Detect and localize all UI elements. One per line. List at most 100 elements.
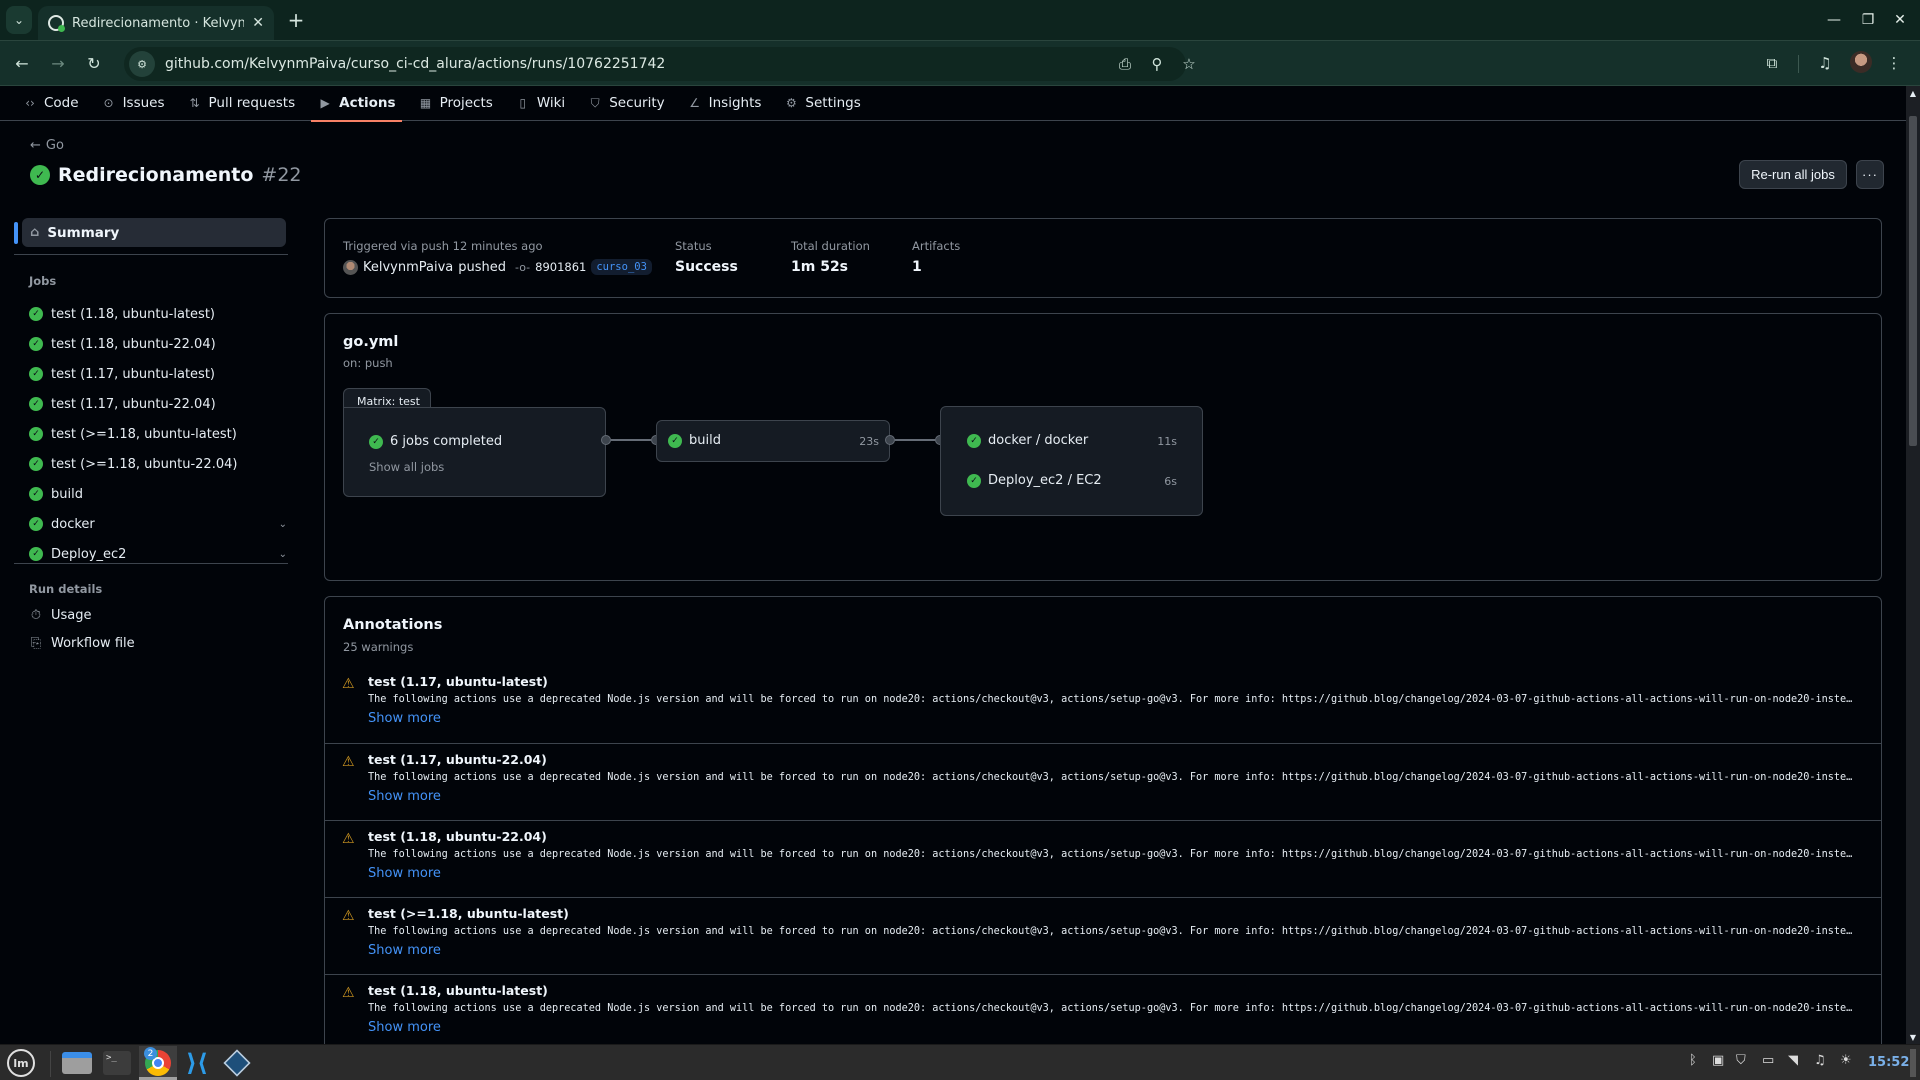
artifacts-value[interactable]: 1: [912, 259, 922, 275]
install-app-icon[interactable]: ⎙: [1114, 53, 1136, 75]
extensions-icon[interactable]: ⧉: [1760, 51, 1784, 75]
forward-button[interactable]: →: [46, 51, 70, 75]
wifi-icon[interactable]: ◥: [1788, 1053, 1798, 1068]
sidebar-item-usage[interactable]: ⏱ Usage: [29, 608, 92, 623]
success-check-icon: ✓: [29, 517, 43, 531]
scroll-down-arrow-icon[interactable]: ▼: [1906, 1030, 1920, 1044]
annotations-count: 25 warnings: [343, 640, 414, 654]
annotation-job-link[interactable]: test (>=1.18, ubuntu-latest): [368, 906, 569, 921]
files-launcher[interactable]: [62, 1049, 92, 1077]
sidebar-job-item[interactable]: ✓ test (1.17, ubuntu-latest): [29, 362, 287, 386]
home-icon: ⌂: [30, 225, 40, 240]
annotation-item: ⚠ test (>=1.18, ubuntu-latest) The followi…: [325, 897, 1881, 974]
shield-tray-icon[interactable]: ⛉: [1736, 1053, 1746, 1068]
repo-nav-security[interactable]: ⛉ Security: [587, 86, 665, 121]
chrome-launcher[interactable]: 2: [143, 1047, 173, 1077]
back-button[interactable]: ←: [10, 51, 34, 75]
close-tab-icon[interactable]: ✕: [252, 15, 264, 31]
new-tab-button[interactable]: +: [284, 8, 308, 32]
scroll-up-arrow-icon[interactable]: ▲: [1906, 86, 1920, 100]
show-more-link[interactable]: Show more: [368, 1020, 441, 1035]
sidebar-job-item[interactable]: ✓ test (>=1.18, ubuntu-22.04): [29, 452, 287, 476]
minimize-button[interactable]: —: [1822, 8, 1846, 32]
build-job-node[interactable]: ✓ build 23s: [656, 420, 890, 462]
reload-button[interactable]: ↻: [82, 51, 106, 75]
virtualbox-launcher[interactable]: [222, 1049, 252, 1077]
vscode-launcher[interactable]: ⟩⟨: [182, 1049, 212, 1077]
sidebar-item-workflow-file[interactable]: ⎘ Workflow file: [29, 636, 135, 651]
chevron-down-icon[interactable]: ⌄: [279, 519, 287, 530]
url-text[interactable]: github.com/KelvynmPaiva/curso_ci-cd_alur…: [165, 56, 665, 72]
browser-menu-icon[interactable]: ⋮: [1882, 51, 1906, 75]
clock[interactable]: 15:52: [1868, 1055, 1909, 1070]
zoom-icon[interactable]: ⚲: [1146, 53, 1168, 75]
actor-name[interactable]: KelvynmPaiva: [363, 260, 453, 275]
success-check-icon: ✓: [29, 427, 43, 441]
show-more-link[interactable]: Show more: [368, 789, 441, 804]
repo-nav-pull-requests[interactable]: ⇅ Pull requests: [187, 86, 295, 121]
back-to-workflow-link[interactable]: ← Go: [30, 138, 64, 153]
chevron-down-icon[interactable]: ⌄: [279, 549, 287, 560]
annotation-message: The following actions use a deprecated N…: [368, 849, 1858, 860]
more-options-button[interactable]: ···: [1856, 160, 1884, 189]
brightness-icon[interactable]: ☀: [1840, 1053, 1852, 1068]
address-bar[interactable]: ⚙ github.com/KelvynmPaiva/curso_ci-cd_al…: [124, 47, 1196, 81]
run-title: ✓ Redirecionamento #22: [30, 164, 302, 186]
commit-sha-link[interactable]: 8901861: [535, 260, 586, 274]
annotation-job-link[interactable]: test (1.17, ubuntu-22.04): [368, 752, 547, 767]
annotation-item: ⚠ test (1.18, ubuntu-22.04) The following …: [325, 820, 1881, 897]
show-more-link[interactable]: Show more: [368, 711, 441, 726]
bookmark-star-icon[interactable]: ☆: [1178, 53, 1200, 75]
show-desktop-button[interactable]: [1910, 1049, 1916, 1077]
media-controls-icon[interactable]: ♫: [1813, 51, 1837, 75]
repo-nav-insights[interactable]: ∠ Insights: [687, 86, 761, 121]
browser-tab[interactable]: Redirecionamento · Kelvynm ✕: [38, 6, 274, 40]
github-actions-run-page: ‹› Code ⊙ Issues ⇅ Pull requests ▶ Actions ▦ Proj…: [0, 86, 1906, 1044]
annotation-job-link[interactable]: test (1.18, ubuntu-latest): [368, 983, 548, 998]
repo-nav-issues[interactable]: ⊙ Issues: [101, 86, 165, 121]
folder-icon: [62, 1052, 92, 1074]
show-more-link[interactable]: Show more: [368, 866, 441, 881]
repo-nav-code[interactable]: ‹› Code: [22, 86, 78, 121]
display-icon[interactable]: ▭: [1762, 1053, 1774, 1068]
scrollbar-thumb[interactable]: [1909, 116, 1917, 446]
close-window-button[interactable]: ✕: [1888, 8, 1912, 32]
repo-nav-actions[interactable]: ▶ Actions: [311, 86, 403, 122]
page-scrollbar[interactable]: ▲ ▼: [1906, 86, 1920, 1044]
clipboard-icon[interactable]: ▣: [1712, 1053, 1724, 1068]
sidebar-job-item[interactable]: ✓ test (1.18, ubuntu-latest): [29, 302, 287, 326]
annotation-job-link[interactable]: test (1.18, ubuntu-22.04): [368, 829, 547, 844]
sidebar-job-item[interactable]: ✓ docker ⌄: [29, 512, 287, 536]
status-label: Status: [675, 239, 712, 253]
sidebar-item-summary[interactable]: ⌂ Summary: [22, 218, 286, 247]
alert-triangle-icon: ⚠: [342, 676, 355, 692]
terminal-launcher[interactable]: >_: [102, 1049, 132, 1077]
sidebar-job-item[interactable]: ✓ test (>=1.18, ubuntu-latest): [29, 422, 287, 446]
sidebar-job-item[interactable]: ✓ test (1.17, ubuntu-22.04): [29, 392, 287, 416]
branch-badge[interactable]: curso_03: [591, 259, 652, 275]
profile-avatar[interactable]: [1850, 51, 1872, 73]
docker-job[interactable]: ✓ docker / docker: [967, 433, 1088, 448]
tab-search-button[interactable]: ⌄: [6, 6, 32, 34]
show-more-link[interactable]: Show more: [368, 943, 441, 958]
rerun-all-jobs-button[interactable]: Re-run all jobs: [1739, 160, 1847, 189]
actor-avatar[interactable]: [343, 259, 358, 275]
sound-icon[interactable]: ♫: [1814, 1053, 1826, 1068]
shield-icon: ⛉: [590, 95, 600, 110]
show-all-jobs-link[interactable]: Show all jobs: [369, 460, 444, 474]
bluetooth-icon[interactable]: ᛒ: [1689, 1053, 1697, 1068]
repo-nav-settings[interactable]: ⚙ Settings: [783, 86, 861, 121]
repo-nav-projects[interactable]: ▦ Projects: [418, 86, 493, 121]
taskbar-separator: [50, 1051, 51, 1077]
deploy-ec2-job[interactable]: ✓ Deploy_ec2 / EC2: [967, 473, 1102, 488]
annotation-job-link[interactable]: test (1.17, ubuntu-latest): [368, 674, 548, 689]
table-icon: ▦: [419, 96, 432, 110]
matrix-job-node[interactable]: ✓ 6 jobs completed Show all jobs: [343, 407, 606, 497]
repo-nav-wiki[interactable]: ▯ Wiki: [515, 86, 566, 121]
menu-button[interactable]: lm: [6, 1049, 36, 1077]
sidebar-divider: [14, 254, 288, 255]
sidebar-job-item[interactable]: ✓ build: [29, 482, 287, 506]
site-info-icon[interactable]: ⚙: [129, 51, 155, 77]
restore-button[interactable]: ❐: [1856, 8, 1880, 32]
sidebar-job-item[interactable]: ✓ test (1.18, ubuntu-22.04): [29, 332, 287, 356]
